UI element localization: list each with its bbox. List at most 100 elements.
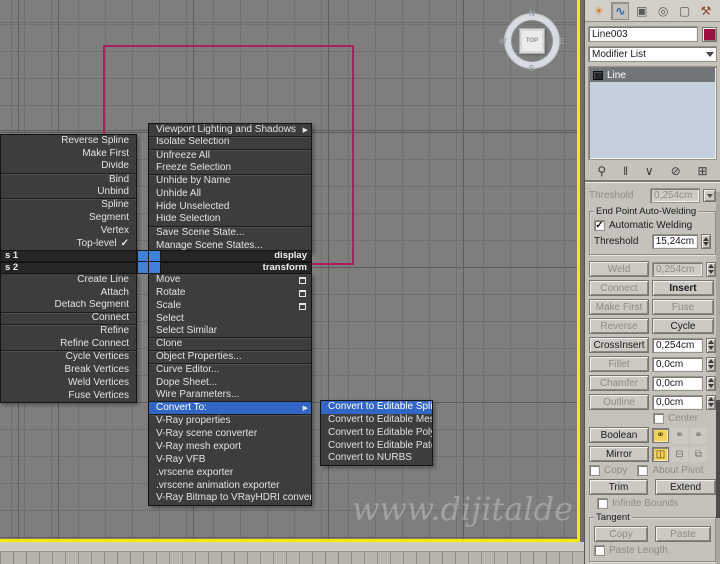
menu-item[interactable]: Vertex	[1, 225, 136, 238]
menu-item[interactable]: .vrscene animation exporter	[149, 480, 311, 493]
boolean-intersection-icon[interactable]: ⚭	[690, 427, 707, 443]
display-tab-icon[interactable]: ▢	[676, 2, 694, 20]
make-unique-icon[interactable]: ∨	[645, 164, 654, 178]
pin-stack-icon[interactable]: ⚲	[597, 164, 606, 178]
menu-item[interactable]: Weld Vertices	[1, 377, 136, 390]
menu-item[interactable]: Convert to Editable Spline	[321, 401, 432, 414]
menu-item[interactable]: Viewport Lighting and Shadows	[149, 124, 311, 137]
menu-item[interactable]: Unbind	[1, 186, 136, 200]
menu-item[interactable]: Move	[149, 274, 311, 287]
center-checkbox[interactable]: Center	[653, 413, 698, 424]
menu-item[interactable]: Dope Sheet...	[149, 377, 311, 390]
menu-item[interactable]: Cycle Vertices	[1, 351, 136, 364]
menu-item[interactable]: Detach Segment	[1, 300, 136, 313]
menu-item[interactable]: Convert To:	[149, 402, 311, 416]
copy-checkbox[interactable]: Copy	[589, 465, 627, 476]
utilities-tab-icon[interactable]: ⚒	[697, 2, 715, 20]
menu-item[interactable]: Convert to Editable Patch	[321, 440, 432, 453]
panel-button[interactable]: Cycle	[652, 318, 714, 334]
object-color-swatch[interactable]	[702, 26, 717, 42]
menu-item[interactable]: Wire Parameters...	[149, 390, 311, 403]
infinite-bounds-checkbox[interactable]: Infinite Bounds	[597, 498, 678, 509]
spinner[interactable]	[706, 337, 716, 353]
settings-box-icon[interactable]	[299, 302, 306, 310]
modifier-list-dropdown[interactable]: Modifier List	[588, 46, 717, 62]
menu-item[interactable]: Convert to Editable Poly	[321, 427, 432, 440]
quad-menu-center-squares[interactable]	[137, 250, 161, 274]
panel-button[interactable]: Reverse	[589, 318, 649, 334]
about-pivot-checkbox[interactable]: About Pivot	[637, 465, 704, 476]
menu-item[interactable]: Spline	[1, 199, 136, 212]
configure-modifier-sets-icon[interactable]: ⊞	[697, 164, 707, 178]
menu-item[interactable]: Bind	[1, 174, 136, 187]
extend-button[interactable]: Extend	[655, 479, 716, 495]
threshold-field[interactable]: 0,254cm	[650, 188, 700, 203]
spinner[interactable]	[706, 394, 716, 410]
menu-item[interactable]: Hide Unselected	[149, 201, 311, 214]
trim-button[interactable]: Trim	[589, 479, 649, 495]
menu-item[interactable]: Segment	[1, 212, 136, 225]
viewcube-top-face[interactable]: TOP	[519, 28, 545, 54]
quad-square[interactable]	[138, 251, 149, 262]
panel-scrollbar[interactable]	[716, 192, 720, 564]
menu-item[interactable]: Freeze Selection	[149, 163, 311, 176]
menu-item[interactable]: Convert to NURBS	[321, 452, 432, 465]
scroll-down-button[interactable]	[703, 189, 716, 202]
panel-button[interactable]: Weld	[589, 261, 649, 277]
boolean-subtraction-icon[interactable]: ⚭	[671, 427, 688, 443]
menu-item[interactable]: Rotate	[149, 287, 311, 300]
quad-square[interactable]	[138, 262, 149, 273]
panel-field[interactable]: 0,0cm	[652, 394, 703, 410]
boolean-union-icon[interactable]: ⚭	[652, 427, 669, 443]
menu-item[interactable]: V-Ray VFB	[149, 454, 311, 467]
panel-button[interactable]: Chamfer	[589, 375, 649, 391]
panel-field[interactable]: 0,254cm	[652, 337, 703, 353]
panel-button[interactable]: Outline	[589, 394, 649, 410]
menu-item[interactable]: Clone	[149, 338, 311, 352]
panel-scrollbar-thumb[interactable]	[716, 400, 720, 518]
timeline-track-bar[interactable]	[0, 542, 584, 564]
quad-square[interactable]	[149, 262, 160, 273]
menu-item[interactable]: Top-level	[1, 238, 136, 251]
object-name-field[interactable]: Line003	[588, 26, 698, 42]
tangent-copy-button[interactable]: Copy	[594, 526, 649, 542]
quad-square[interactable]	[149, 251, 160, 262]
menu-item[interactable]: Hide Selection	[149, 214, 311, 227]
menu-item[interactable]: Unfreeze All	[149, 150, 311, 163]
menu-item[interactable]: Convert to Editable Mesh	[321, 414, 432, 427]
timeline-ruler[interactable]	[0, 551, 584, 564]
menu-item[interactable]: Curve Editor...	[149, 364, 311, 377]
panel-button[interactable]: Insert	[652, 280, 714, 296]
modifier-stack[interactable]: Line	[588, 66, 717, 160]
menu-item[interactable]: Scale	[149, 300, 311, 313]
modify-tab-icon[interactable]: ∿	[611, 1, 630, 20]
menu-item[interactable]: Make First	[1, 148, 136, 161]
panel-field[interactable]: 0,0cm	[652, 375, 703, 391]
spinner[interactable]	[706, 375, 716, 391]
panel-button[interactable]: Fillet	[589, 356, 649, 372]
panel-button[interactable]: Fuse	[652, 299, 714, 315]
menu-item[interactable]: V-Ray properties	[149, 415, 311, 428]
automatic-welding-checkbox[interactable]: ✓ Automatic Welding	[594, 220, 692, 231]
panel-field[interactable]: 0,254cm	[652, 261, 703, 277]
menu-item[interactable]: Attach	[1, 287, 136, 300]
create-tab-icon[interactable]: ☀	[590, 2, 608, 20]
remove-modifier-icon[interactable]: ⊘	[671, 164, 681, 178]
spinner[interactable]	[706, 261, 716, 277]
menu-item[interactable]: Unhide by Name	[149, 175, 311, 188]
menu-item[interactable]: Divide	[1, 161, 136, 174]
panel-button[interactable]: Connect	[589, 280, 649, 296]
menu-item[interactable]: Connect	[1, 313, 136, 326]
weld-threshold-field[interactable]: 15,24cm	[651, 234, 699, 249]
show-end-result-icon[interactable]: ‖	[623, 164, 628, 178]
menu-item[interactable]: Break Vertices	[1, 364, 136, 377]
settings-box-icon[interactable]	[299, 277, 306, 284]
menu-item[interactable]: Refine	[1, 325, 136, 338]
paste-length-checkbox[interactable]: Paste Length	[594, 545, 668, 556]
panel-field[interactable]: 0,0cm	[652, 356, 703, 372]
menu-item[interactable]: V-Ray mesh export	[149, 441, 311, 454]
panel-button[interactable]: Make First	[589, 299, 649, 315]
spinner[interactable]	[701, 234, 711, 249]
panel-button[interactable]: CrossInsert	[589, 337, 649, 353]
hierarchy-tab-icon[interactable]: ▣	[633, 2, 651, 20]
